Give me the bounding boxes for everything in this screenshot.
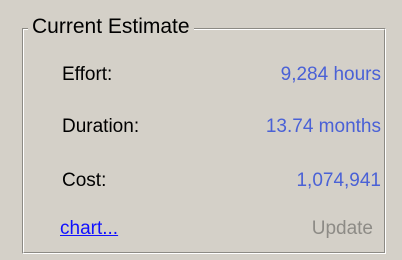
group-title: Current Estimate	[28, 14, 194, 40]
estimate-panel: Current Estimate Effort: 9,284 hours Dur…	[0, 0, 402, 260]
cost-label: Cost:	[62, 170, 107, 191]
effort-value: 9,284 hours	[280, 64, 381, 85]
chart-link[interactable]: chart...	[56, 218, 123, 240]
effort-label: Effort:	[62, 64, 113, 85]
duration-value: 13.74 months	[265, 116, 381, 137]
update-button[interactable]: Update	[307, 218, 378, 240]
duration-label: Duration:	[62, 116, 140, 137]
cost-value: 1,074,941	[296, 170, 381, 191]
